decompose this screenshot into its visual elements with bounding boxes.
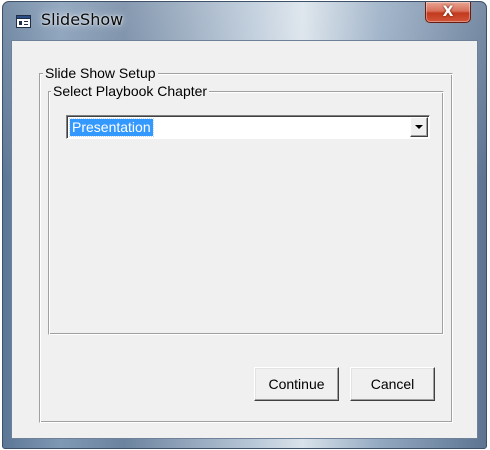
dialog-window: SlideShow X Slide Show Setup Select Play… xyxy=(2,1,487,449)
slide-show-setup-legend: Slide Show Setup xyxy=(43,65,158,81)
chapter-select-value: Presentation xyxy=(69,118,154,137)
dialog-client-area: Slide Show Setup Select Playbook Chapter… xyxy=(11,40,478,439)
triangle-down-icon xyxy=(415,125,423,129)
continue-button[interactable]: Continue xyxy=(254,367,339,401)
title-bar[interactable]: SlideShow X xyxy=(3,2,486,40)
cancel-button[interactable]: Cancel xyxy=(350,367,435,401)
close-icon: X xyxy=(442,4,454,20)
slideshow-app-icon[interactable] xyxy=(16,15,31,28)
slide-show-setup-group: Slide Show Setup Select Playbook Chapter… xyxy=(39,65,453,423)
chapter-dropdown-button[interactable] xyxy=(410,117,428,137)
window-title: SlideShow xyxy=(41,10,124,29)
chapter-select[interactable]: Presentation xyxy=(66,115,430,139)
close-button[interactable]: X xyxy=(425,2,471,23)
select-chapter-legend: Select Playbook Chapter xyxy=(51,83,210,99)
select-chapter-group: Select Playbook Chapter Presentation xyxy=(48,83,444,335)
